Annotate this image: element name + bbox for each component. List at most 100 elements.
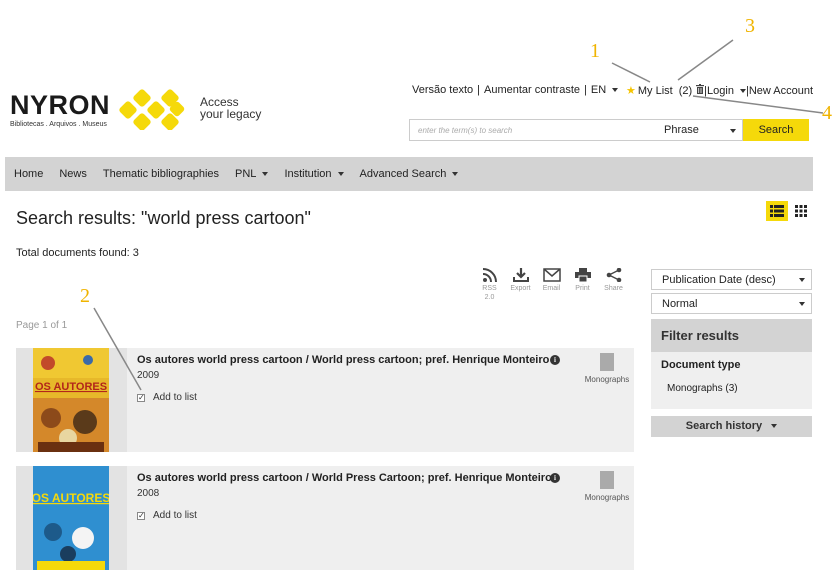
chevron-down-icon	[262, 172, 269, 176]
svg-text:OS AUTORES: OS AUTORES	[35, 381, 107, 393]
result-year: 2009	[137, 370, 160, 381]
add-to-list[interactable]: ✓ Add to list	[137, 392, 197, 403]
nav-advanced-search[interactable]: Advanced Search	[360, 168, 459, 180]
brand-mark-icon	[118, 88, 188, 133]
view-mode-select[interactable]: Normal	[651, 293, 812, 314]
language-dropdown[interactable]: EN	[590, 84, 619, 96]
view-toggle	[766, 201, 814, 221]
email-label: Email	[542, 285, 561, 292]
search-type-value: Phrase	[664, 124, 699, 136]
nav-home[interactable]: Home	[14, 168, 43, 180]
result-item: OS AUTORES Os autores world press cartoo…	[16, 466, 634, 570]
login-label: Login	[707, 84, 734, 97]
email-action[interactable]: Email	[536, 268, 567, 302]
nav-thematic-bibliographies[interactable]: Thematic bibliographies	[103, 168, 219, 180]
annotation-number: 4	[822, 102, 832, 124]
chevron-down-icon	[799, 278, 805, 282]
print-action[interactable]: Print	[567, 268, 598, 302]
add-to-list[interactable]: ✓ Add to list	[137, 510, 197, 521]
brand-name: NYRON	[10, 90, 111, 120]
text-version-link[interactable]: Versão texto	[412, 84, 473, 96]
document-type-label: Monographs	[584, 493, 630, 502]
total-documents: Total documents found: 3	[16, 247, 139, 259]
filter-title: Filter results	[651, 319, 812, 352]
accessibility-links: Versão texto | Aumentar contraste | EN	[412, 84, 619, 96]
svg-text:OS AUTORES: OS AUTORES	[33, 491, 109, 505]
print-label: Print	[575, 285, 590, 292]
list-view-icon[interactable]	[766, 201, 788, 221]
book-cover-image[interactable]: OS AUTORES	[33, 348, 109, 452]
info-icon[interactable]: i	[550, 355, 560, 365]
sort-select[interactable]: Publication Date (desc)	[651, 269, 812, 290]
nav-institution-label: Institution	[284, 168, 332, 180]
chevron-down-icon	[799, 302, 805, 306]
search-input[interactable]: enter the term(s) to search	[409, 119, 657, 141]
search-type-select[interactable]: Phrase	[656, 119, 743, 141]
user-links: ★ My List (2) | Login | New Account	[626, 84, 813, 97]
search-history-button[interactable]: Search history	[651, 416, 812, 437]
add-to-list-checkbox[interactable]: ✓	[137, 511, 145, 520]
grid-view-icon[interactable]	[790, 201, 812, 221]
chevron-down-icon	[452, 172, 459, 176]
result-year: 2008	[137, 488, 160, 499]
brand-subtitle: Bibliotecas . Arquivos . Museus	[10, 121, 107, 128]
nav-pnl-label: PNL	[235, 168, 257, 180]
filter-panel: Filter results Document type Monographs …	[651, 319, 812, 409]
nav-news[interactable]: News	[59, 168, 87, 180]
separator: |	[477, 84, 481, 96]
filter-monographs-label: Monographs	[667, 383, 723, 394]
annotation-number: 1	[590, 40, 600, 62]
chevron-down-icon	[612, 88, 619, 93]
add-to-list-label: Add to list	[153, 510, 197, 521]
result-title[interactable]: Os autores world press cartoon / World P…	[137, 472, 552, 484]
result-item: OS AUTORES Os autores world press cartoo…	[16, 348, 634, 452]
chevron-down-icon	[771, 424, 778, 429]
result-title[interactable]: Os autores world press cartoon / World p…	[137, 354, 549, 366]
main-nav: Home News Thematic bibliographies PNL In…	[5, 157, 813, 191]
brand-logo[interactable]: NYRON Bibliotecas . Arquivos . Museus	[10, 90, 111, 129]
download-icon	[512, 268, 529, 282]
book-icon	[600, 353, 614, 371]
share-action[interactable]: Share	[598, 268, 629, 302]
share-label: Share	[604, 285, 623, 292]
rss-icon	[482, 268, 497, 282]
document-type-heading[interactable]: Document type	[651, 352, 812, 371]
add-to-list-checkbox[interactable]: ✓	[137, 393, 145, 402]
my-list-link[interactable]: My List	[638, 85, 673, 97]
nav-advanced-label: Advanced Search	[359, 168, 447, 180]
trash-icon[interactable]	[696, 84, 705, 97]
search-button[interactable]: Search	[743, 119, 809, 141]
separator: |	[584, 84, 587, 96]
filter-monographs[interactable]: Monographs (3)	[651, 371, 812, 394]
document-type-label: Monographs	[584, 375, 630, 384]
new-account-link[interactable]: New Account	[749, 85, 813, 97]
book-cover-image[interactable]: OS AUTORES	[33, 466, 109, 570]
document-type: Monographs	[582, 471, 632, 502]
contrast-link[interactable]: Aumentar contraste	[484, 84, 580, 96]
rss-action[interactable]: RSS 2.0	[474, 268, 505, 302]
brand-tagline: Access your legacy	[200, 96, 261, 120]
list-count: (2)	[678, 84, 693, 97]
printer-icon	[574, 268, 591, 282]
book-icon	[600, 471, 614, 489]
sort-value: Publication Date (desc)	[662, 274, 776, 286]
chevron-down-icon	[730, 129, 736, 133]
annotation-number: 2	[80, 285, 90, 307]
login-dropdown[interactable]: Login	[707, 85, 746, 97]
nav-pnl[interactable]: PNL	[235, 168, 269, 180]
filter-monographs-count: (3)	[725, 383, 738, 394]
star-icon: ★	[626, 85, 636, 97]
nav-institution[interactable]: Institution	[284, 168, 344, 180]
tagline-line2: your legacy	[200, 107, 262, 121]
document-type: Monographs	[582, 353, 632, 384]
info-icon[interactable]: i	[550, 473, 560, 483]
export-label: Export	[510, 285, 531, 292]
result-actions: RSS 2.0 Export Email Print Share	[474, 268, 629, 302]
language-label: EN	[590, 84, 607, 96]
rss-label: RSS	[482, 285, 497, 292]
envelope-icon	[542, 268, 561, 282]
annotation-number: 3	[745, 15, 755, 37]
export-action[interactable]: Export	[505, 268, 536, 302]
add-to-list-label: Add to list	[153, 392, 197, 403]
chevron-down-icon	[337, 172, 344, 176]
